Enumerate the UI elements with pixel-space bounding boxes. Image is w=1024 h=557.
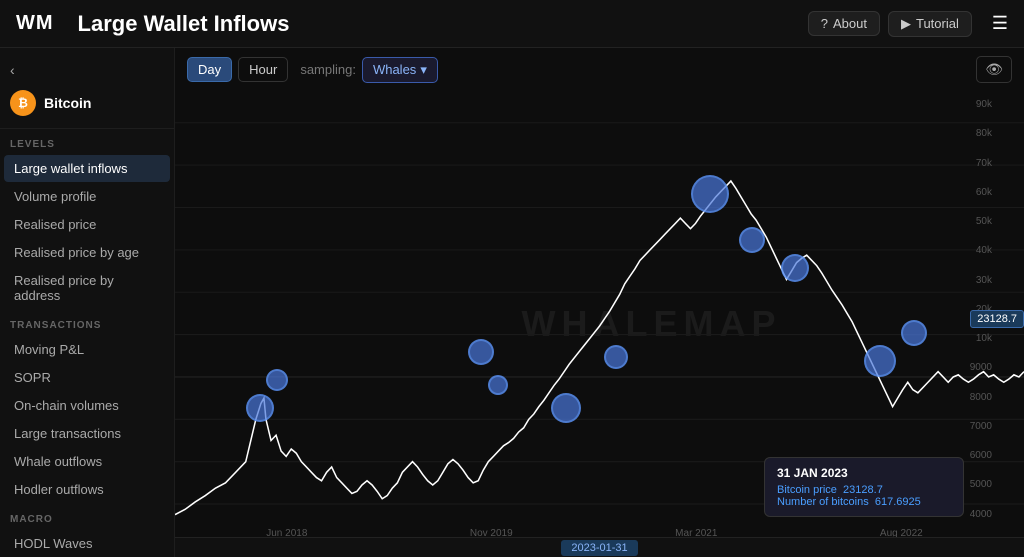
content-area: Day Hour sampling: Whales ▾ 👁 WHALEMAP	[175, 48, 1024, 557]
section-label-transactions: TRANSACTIONS	[0, 310, 174, 335]
price-tag: 23128.7	[970, 310, 1024, 328]
chart-tooltip: 31 JAN 2023 Bitcoin price 23128.7 Number…	[764, 457, 964, 517]
tutorial-button[interactable]: ▶ Tutorial	[888, 11, 972, 37]
bitcoin-icon: ₿	[10, 90, 36, 116]
page-title: Large Wallet Inflows	[78, 11, 808, 37]
sidebar-item-volume-profile[interactable]: Volume profile	[4, 183, 170, 210]
sampling-value: Whales	[373, 62, 416, 77]
whale-dot-8[interactable]	[739, 227, 765, 253]
sidebar-item-whale-outflows[interactable]: Whale outflows	[4, 448, 170, 475]
tooltip-bitcoins-row: Number of bitcoins 617.6925	[777, 496, 951, 508]
date-bar: 2023-01-31	[175, 537, 1024, 557]
question-icon: ?	[821, 16, 828, 31]
whale-dot-1[interactable]	[246, 394, 274, 422]
sampling-dropdown[interactable]: Whales ▾	[362, 57, 438, 83]
hour-button[interactable]: Hour	[238, 57, 288, 82]
toolbar: Day Hour sampling: Whales ▾ 👁	[175, 48, 1024, 91]
back-arrow-icon: ‹	[10, 62, 15, 78]
sidebar-item-large-wallet-inflows[interactable]: Large wallet inflows	[4, 155, 170, 182]
tooltip-date: 31 JAN 2023	[777, 466, 951, 480]
sidebar-item-hodler-outflows[interactable]: Hodler outflows	[4, 476, 170, 503]
date-current: 2023-01-31	[561, 540, 637, 556]
sidebar-item-large-transactions[interactable]: Large transactions	[4, 420, 170, 447]
about-button[interactable]: ? About	[808, 11, 880, 36]
sidebar-back-button[interactable]: ‹	[0, 56, 174, 84]
whale-dot-2[interactable]	[266, 369, 288, 391]
whale-dot-5[interactable]	[551, 393, 581, 423]
header: WM Large Wallet Inflows ? About ▶ Tutori…	[0, 0, 1024, 48]
sidebar-coin: ₿ Bitcoin	[0, 84, 174, 129]
sampling-label: sampling:	[300, 62, 356, 77]
visibility-toggle-button[interactable]: 👁	[976, 56, 1012, 83]
menu-icon[interactable]: ☰	[992, 13, 1008, 34]
sidebar-item-realised-price-address[interactable]: Realised price by address	[4, 267, 170, 309]
whale-dot-4[interactable]	[488, 375, 508, 395]
sidebar: ‹ ₿ Bitcoin LEVELS Large wallet inflows …	[0, 48, 175, 557]
eye-icon: 👁	[985, 61, 1003, 77]
whale-dot-6[interactable]	[604, 345, 628, 369]
sidebar-item-onchain-volumes[interactable]: On-chain volumes	[4, 392, 170, 419]
whale-dot-11[interactable]	[901, 320, 927, 346]
sidebar-item-realised-price[interactable]: Realised price	[4, 211, 170, 238]
chevron-down-icon: ▾	[420, 62, 427, 78]
tooltip-price-row: Bitcoin price 23128.7	[777, 484, 951, 496]
day-button[interactable]: Day	[187, 57, 232, 82]
sidebar-item-moving-pnl[interactable]: Moving P&L	[4, 336, 170, 363]
coin-name: Bitcoin	[44, 95, 91, 111]
whale-dot-9[interactable]	[781, 254, 809, 282]
main-layout: ‹ ₿ Bitcoin LEVELS Large wallet inflows …	[0, 48, 1024, 557]
section-label-macro: MACRO	[0, 504, 174, 529]
play-icon: ▶	[901, 16, 911, 32]
sidebar-item-hodl-waves[interactable]: HODL Waves	[4, 530, 170, 557]
chart-area: WHALEMAP	[175, 91, 1024, 557]
whale-dot-7[interactable]	[691, 175, 729, 213]
header-actions: ? About ▶ Tutorial ☰	[808, 11, 1008, 37]
sidebar-item-realised-price-age[interactable]: Realised price by age	[4, 239, 170, 266]
whale-dot-10[interactable]	[864, 345, 896, 377]
sidebar-item-sopr[interactable]: SOPR	[4, 364, 170, 391]
section-label-levels: LEVELS	[0, 129, 174, 154]
logo: WM	[16, 12, 54, 35]
whale-dot-3[interactable]	[468, 339, 494, 365]
